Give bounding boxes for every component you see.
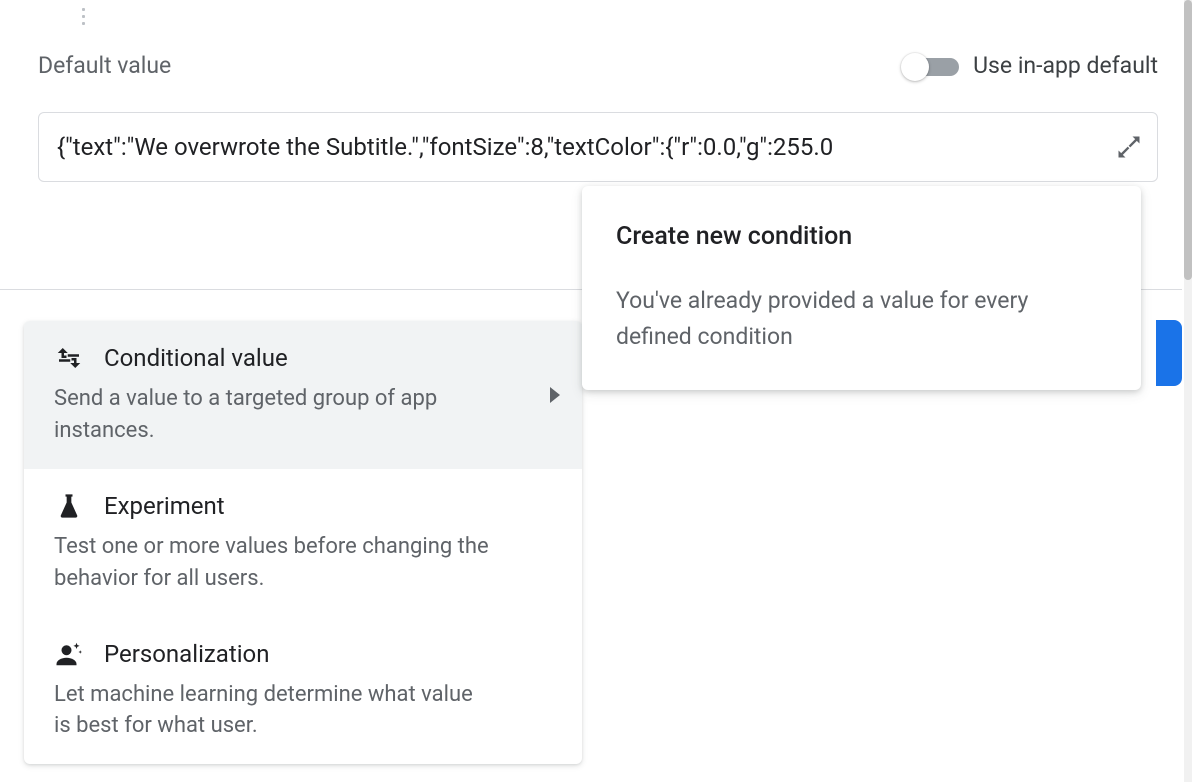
option-title: Conditional value — [104, 344, 288, 372]
option-description: Send a value to a targeted group of app … — [54, 383, 552, 447]
chevron-right-icon — [550, 387, 560, 403]
toggle-group: Use in-app default — [901, 52, 1158, 79]
field-label: Default value — [38, 52, 171, 79]
person-sparkle-icon — [54, 639, 84, 669]
tooltip-body: You've already provided a value for ever… — [616, 283, 1107, 354]
options-menu: Conditional value Send a value to a targ… — [24, 321, 582, 764]
field-header: Default value Use in-app default — [38, 52, 1158, 79]
branch-icon — [54, 343, 84, 373]
expand-icon[interactable] — [1115, 133, 1143, 161]
option-title: Experiment — [104, 492, 225, 520]
vertical-scrollbar[interactable] — [1184, 0, 1192, 782]
use-default-toggle[interactable] — [901, 54, 959, 78]
tooltip-title: Create new condition — [616, 222, 1107, 251]
option-title: Personalization — [104, 640, 270, 668]
default-value-input[interactable]: {"text":"We overwrote the Subtitle.","fo… — [38, 112, 1158, 182]
option-conditional-value[interactable]: Conditional value Send a value to a targ… — [24, 321, 582, 469]
option-description: Test one or more values before changing … — [54, 531, 552, 595]
drag-handle-icon[interactable] — [82, 8, 90, 25]
action-button-edge[interactable] — [1156, 320, 1182, 386]
option-experiment[interactable]: Experiment Test one or more values befor… — [24, 469, 582, 617]
toggle-label: Use in-app default — [973, 52, 1158, 79]
create-condition-tooltip: Create new condition You've already prov… — [582, 186, 1141, 390]
option-description: Let machine learning determine what valu… — [54, 679, 552, 743]
flask-icon — [54, 491, 84, 521]
default-value-text: {"text":"We overwrote the Subtitle.","fo… — [57, 133, 1107, 161]
option-personalization[interactable]: Personalization Let machine learning det… — [24, 617, 582, 765]
